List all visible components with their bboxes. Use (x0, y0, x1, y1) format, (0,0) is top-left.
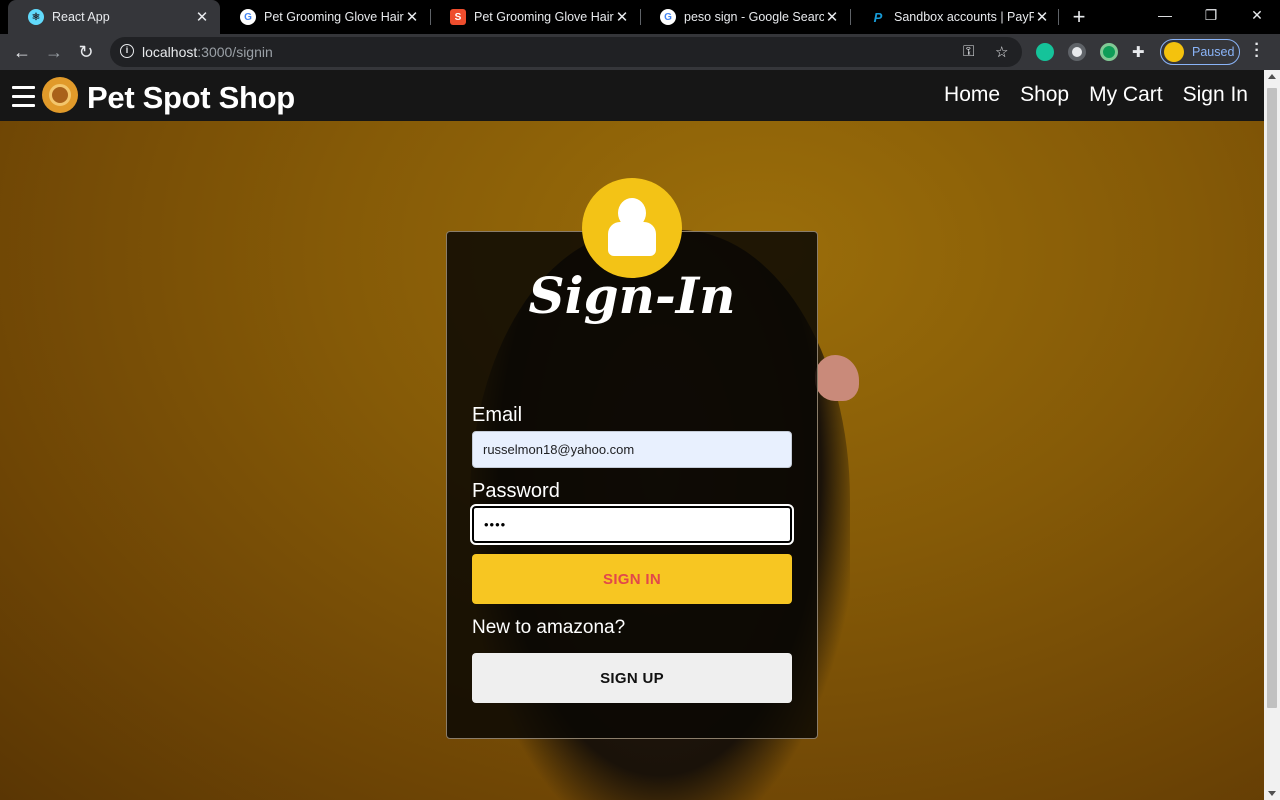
email-field[interactable]: russelmon18@yahoo.com (472, 431, 792, 468)
back-icon[interactable]: ← (8, 38, 36, 66)
grammarly-icon[interactable] (1036, 43, 1054, 61)
forward-icon[interactable]: → (40, 38, 68, 66)
user-avatar-icon (582, 178, 682, 278)
password-label: Password (472, 480, 560, 502)
tab-pet-grooming-shopee[interactable]: S Pet Grooming Glove Hair Re ✕ (430, 0, 640, 34)
extension-c-icon[interactable] (1068, 43, 1086, 61)
scrollbar-thumb[interactable] (1267, 88, 1277, 708)
tab-react-app[interactable]: ⚛ React App ✕ (8, 0, 220, 34)
new-tab-button[interactable]: + (1068, 4, 1090, 30)
google-icon: G (660, 9, 676, 25)
brand-name[interactable]: Pet Spot Shop (87, 80, 295, 116)
nav-home[interactable]: Home (944, 83, 1000, 107)
minimize-icon[interactable]: — (1142, 0, 1188, 30)
main-nav: Home Shop My Cart Sign In (944, 83, 1248, 107)
close-icon[interactable]: ✕ (824, 8, 840, 26)
page-title: Sign-In (528, 266, 736, 325)
browser-toolbar: ← → ↻ i localhost:3000/signin ⚿ ☆ ✚ Paus… (0, 34, 1280, 70)
tab-title: peso sign - Google Search (684, 10, 824, 24)
site-info-icon[interactable]: i (120, 44, 134, 58)
email-label: Email (472, 404, 523, 426)
window-close-icon[interactable]: ✕ (1234, 0, 1280, 30)
reload-icon[interactable]: ↻ (72, 38, 100, 66)
tab-title: Sandbox accounts | PayPal D (894, 10, 1034, 24)
close-icon[interactable]: ✕ (1034, 8, 1050, 26)
url-path: :3000/signin (197, 44, 273, 60)
tab-separator (1058, 9, 1059, 25)
signup-button[interactable]: SIGN UP (472, 653, 792, 703)
close-icon[interactable]: ✕ (194, 8, 210, 26)
scroll-down-icon[interactable] (1268, 791, 1276, 796)
signin-button[interactable]: SIGN IN (472, 554, 792, 604)
bookmark-star-icon[interactable]: ☆ (995, 43, 1008, 61)
google-icon: G (240, 9, 256, 25)
hamburger-menu-icon[interactable] (12, 86, 36, 108)
nav-sign-in[interactable]: Sign In (1183, 83, 1248, 107)
page-viewport: Pet Spot Shop Home Shop My Cart Sign In … (0, 70, 1264, 800)
profile-button[interactable]: Paused (1160, 39, 1240, 65)
app-header: Pet Spot Shop Home Shop My Cart Sign In (0, 70, 1264, 121)
close-icon[interactable]: ✕ (404, 8, 420, 26)
new-user-prompt: New to amazona? (472, 617, 626, 638)
nav-my-cart[interactable]: My Cart (1089, 83, 1163, 107)
scroll-up-icon[interactable] (1268, 74, 1276, 79)
paypal-icon: P (873, 9, 883, 25)
url-host: localhost (142, 44, 198, 60)
tab-title: React App (52, 10, 110, 24)
dog-tongue (815, 355, 859, 401)
close-icon[interactable]: ✕ (614, 8, 630, 26)
nav-shop[interactable]: Shop (1020, 83, 1069, 107)
tab-title: Pet Grooming Glove Hair Re (474, 10, 614, 24)
restore-icon[interactable]: ❐ (1188, 0, 1234, 30)
extension-target-icon[interactable] (1100, 43, 1118, 61)
url-text: localhost:3000/signin (142, 44, 273, 60)
tab-title: Pet Grooming Glove Hair Re (264, 10, 404, 24)
browser-menu-icon[interactable]: · · · (1252, 37, 1262, 65)
key-icon[interactable]: ⚿ (963, 43, 974, 60)
extensions-puzzle-icon[interactable]: ✚ (1132, 43, 1145, 61)
avatar (1164, 42, 1184, 62)
password-field[interactable]: •••• (470, 504, 794, 545)
tab-paypal-sandbox[interactable]: P Sandbox accounts | PayPal D ✕ (850, 0, 1060, 34)
shopee-icon: S (450, 9, 466, 25)
logo-icon (42, 77, 78, 113)
tab-peso-sign-search[interactable]: G peso sign - Google Search ✕ (640, 0, 850, 34)
react-icon: ⚛ (28, 9, 44, 25)
tab-pet-grooming-google[interactable]: G Pet Grooming Glove Hair Re ✕ (220, 0, 430, 34)
browser-tabstrip: ⚛ React App ✕ G Pet Grooming Glove Hair … (0, 0, 1280, 34)
address-bar[interactable]: i localhost:3000/signin ⚿ ☆ (110, 37, 1022, 67)
page-scrollbar[interactable] (1264, 70, 1280, 800)
profile-status-label: Paused (1192, 45, 1235, 59)
